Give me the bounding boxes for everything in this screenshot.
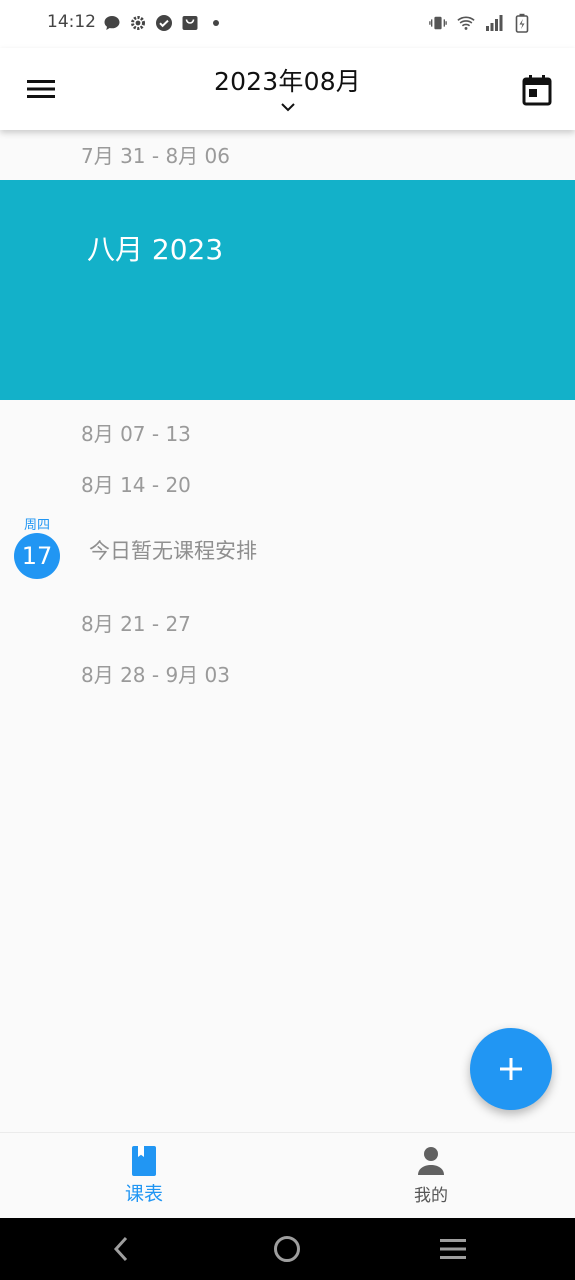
- status-bar: 14:12: [0, 0, 575, 48]
- month-banner: 八月 2023: [0, 180, 575, 400]
- calendar-today-button[interactable]: [517, 70, 557, 110]
- signal-icon: [485, 14, 503, 32]
- system-nav-bar: [0, 1218, 575, 1280]
- bottom-nav: 课表 我的: [0, 1132, 575, 1218]
- month-selector[interactable]: 2023年08月: [0, 62, 575, 114]
- system-recents-button[interactable]: [436, 1234, 470, 1264]
- person-icon: [418, 1147, 444, 1175]
- system-home-button[interactable]: [270, 1234, 304, 1264]
- menu-lines-icon: [440, 1239, 466, 1259]
- battery-charging-icon: [513, 13, 531, 33]
- tab-schedule-label: 课表: [124, 1183, 163, 1205]
- app-bar: 2023年08月: [0, 48, 575, 130]
- chevron-down-icon: [280, 103, 295, 112]
- plus-icon: [500, 1058, 522, 1080]
- week-label[interactable]: 7月 31 - 8月 06: [81, 140, 230, 169]
- back-chevron-icon: [113, 1236, 128, 1262]
- shopping-bag-icon: [181, 14, 199, 32]
- today-date-badge[interactable]: 17: [14, 533, 60, 579]
- add-course-button[interactable]: [470, 1028, 552, 1110]
- week-label[interactable]: 8月 07 - 13: [81, 418, 191, 447]
- settings-gear-icon: [129, 14, 147, 32]
- status-right-icons: [429, 13, 531, 33]
- status-time: 14:12: [47, 12, 96, 32]
- month-banner-title: 八月 2023: [87, 233, 224, 266]
- message-icon: [103, 14, 121, 32]
- dot-icon: [207, 14, 225, 32]
- calendar-today-icon: [522, 75, 552, 106]
- vibrate-icon: [429, 14, 447, 32]
- tab-mine[interactable]: 我的: [371, 1145, 491, 1206]
- week-label[interactable]: 8月 14 - 20: [81, 469, 191, 498]
- check-circle-icon: [155, 14, 173, 32]
- week-label[interactable]: 8月 21 - 27: [81, 608, 191, 637]
- week-label[interactable]: 8月 28 - 9月 03: [81, 659, 230, 688]
- wifi-icon: [457, 14, 475, 32]
- no-course-message: 今日暂无课程安排: [89, 539, 257, 563]
- system-back-button[interactable]: [104, 1234, 138, 1264]
- today-weekday: 周四: [23, 518, 50, 533]
- status-left-icons: [103, 14, 225, 32]
- tab-mine-label: 我的: [414, 1186, 448, 1206]
- home-circle-icon: [274, 1236, 300, 1262]
- book-icon: [132, 1146, 156, 1176]
- page-title: 2023年08月: [213, 67, 362, 96]
- tab-schedule[interactable]: 课表: [84, 1145, 204, 1206]
